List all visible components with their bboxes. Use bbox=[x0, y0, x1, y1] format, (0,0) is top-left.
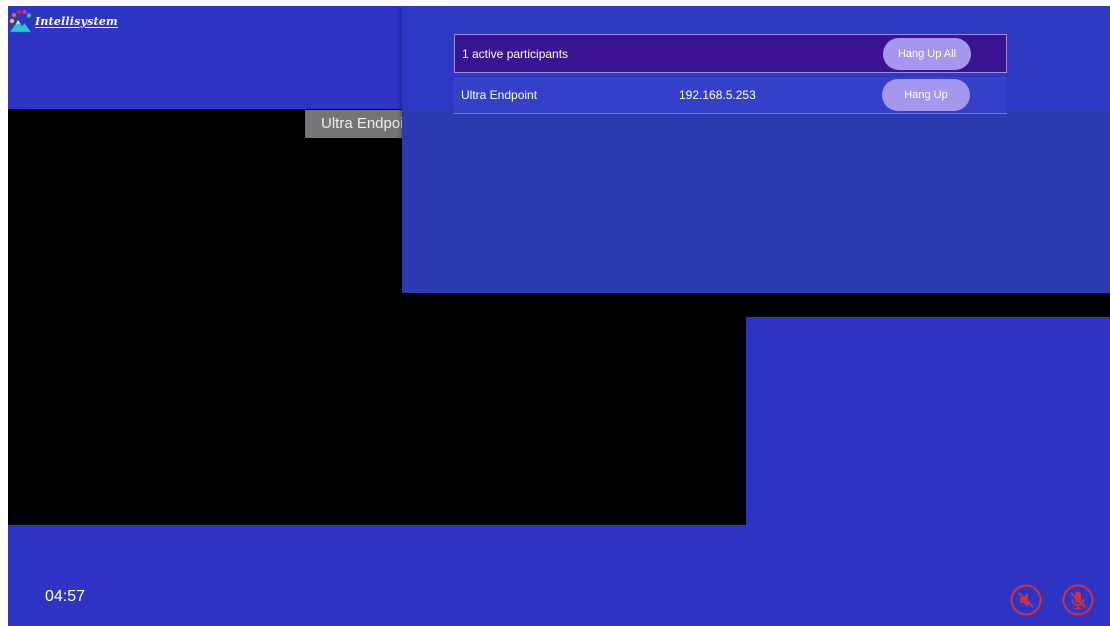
call-timer: 04:57 bbox=[45, 588, 86, 605]
hang-up-button[interactable]: Hang Up bbox=[882, 79, 970, 111]
hang-up-all-button[interactable]: Hang Up All bbox=[883, 38, 971, 70]
participant-ip: 192.168.5.253 bbox=[679, 88, 756, 102]
logo-mark-icon bbox=[9, 9, 32, 33]
main-video-edge bbox=[746, 293, 1110, 317]
speaker-muted-icon[interactable] bbox=[1010, 584, 1042, 616]
participants-summary-row: 1 active participants Hang Up All bbox=[454, 34, 1007, 73]
brand-logo: Intellisystem bbox=[8, 6, 118, 36]
active-participants-count: 1 active participants bbox=[462, 47, 569, 61]
logo-text: Intellisystem bbox=[35, 14, 118, 28]
call-screen: Intellisystem Ultra Endpoint 1 active pa… bbox=[8, 6, 1110, 626]
participant-row[interactable]: Ultra Endpoint 192.168.5.253 Hang Up bbox=[454, 77, 1007, 114]
participants-panel: 1 active participants Hang Up All Ultra … bbox=[402, 6, 1110, 293]
participant-name: Ultra Endpoint bbox=[461, 88, 538, 102]
mic-muted-icon[interactable] bbox=[1062, 584, 1094, 616]
